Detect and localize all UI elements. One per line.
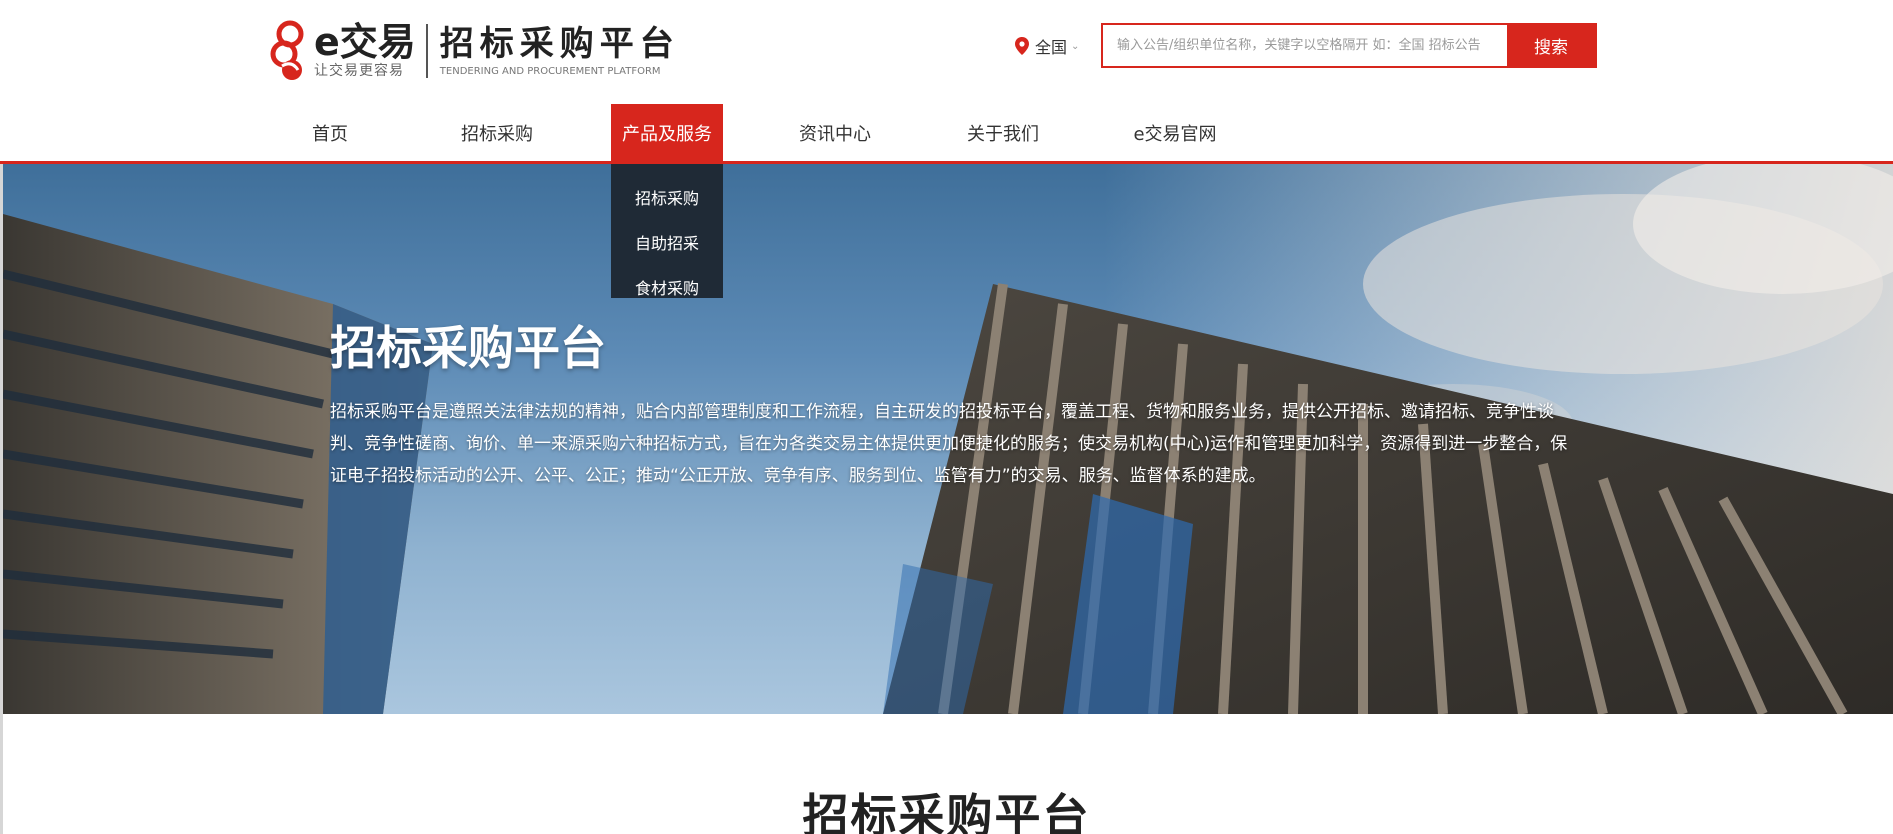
hero-description: 招标采购平台是遵照关法律法规的精神，贴合内部管理制度和工作流程，自主研发的招投标… [330, 402, 1568, 486]
brand-name-block: e交易 让交易更容易 [314, 22, 416, 80]
search-button[interactable]: 搜索 [1507, 25, 1595, 66]
products-services-dropdown: 招标采购 自助招采 食材采购 [611, 164, 723, 298]
brand-slogan: 让交易更容易 [314, 63, 404, 79]
nav-item-official-site[interactable]: e交易官网 [1120, 104, 1230, 161]
location-pin-icon [1015, 37, 1029, 55]
hero-title: 招标采购平台 [330, 321, 606, 375]
nav-item-about-us[interactable]: 关于我们 [953, 104, 1053, 161]
platform-name-block: 招标采购平台 TENDERING AND PROCUREMENT PLATFOR… [440, 23, 680, 79]
platform-name-en: TENDERING AND PROCUREMENT PLATFORM [439, 66, 661, 77]
section-title: 招标采购平台 [802, 789, 1091, 834]
dropdown-item-tendering[interactable]: 招标采购 [611, 174, 723, 219]
platform-name: 招标采购平台 [439, 24, 680, 64]
nav-item-home[interactable]: 首页 [290, 104, 370, 161]
dropdown-item-self-service-procurement[interactable]: 自助招采 [611, 219, 723, 264]
brand-name: e交易 [314, 20, 416, 64]
search-bar: 搜索 [1101, 23, 1597, 68]
search-input[interactable] [1103, 25, 1507, 66]
e-trade-logo-icon [270, 20, 304, 80]
hero-banner: 招标采购平台 招标采购平台是遵照关法律法规的精神，贴合内部管理制度和工作流程，自… [3, 164, 1893, 714]
chevron-down-icon: ⌄ [1071, 40, 1080, 52]
site-logo[interactable]: e交易 让交易更容易 招标采购平台 TENDERING AND PROCUREM… [268, 18, 680, 84]
main-nav: 首页 招标采购 产品及服务 资讯中心 关于我们 e交易官网 [0, 104, 1893, 161]
site-header: e交易 让交易更容易 招标采购平台 TENDERING AND PROCUREM… [0, 0, 1893, 164]
region-selector[interactable]: 全国 ⌄ [1015, 34, 1079, 58]
region-label: 全国 [1035, 38, 1068, 57]
brand-divider [425, 24, 428, 78]
dropdown-item-food-procurement[interactable]: 食材采购 [611, 264, 723, 309]
nav-item-news-center[interactable]: 资讯中心 [785, 104, 885, 161]
nav-item-products-services[interactable]: 产品及服务 [611, 104, 723, 161]
nav-item-tendering[interactable]: 招标采购 [447, 104, 547, 161]
